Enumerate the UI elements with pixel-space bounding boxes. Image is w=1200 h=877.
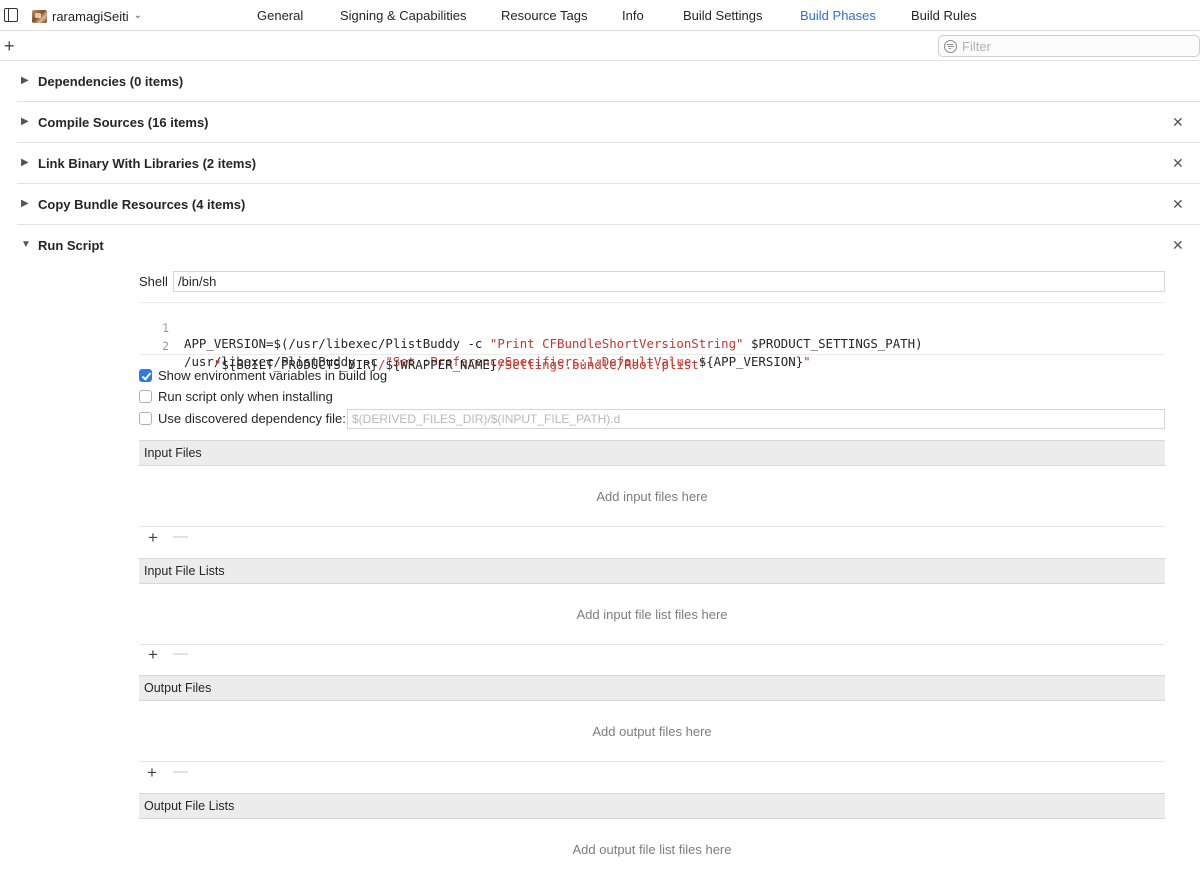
phase-copy-bundle-resources[interactable]: ▶ Copy Bundle Resources (4 items) ✕ <box>17 184 1200 225</box>
phase-run-script[interactable]: ▼ Run Script ✕ <box>17 225 1200 266</box>
checkbox-label: Run script only when installing <box>158 389 333 404</box>
shell-input[interactable] <box>173 271 1165 292</box>
remove-input-file-list-button[interactable]: — <box>173 646 188 661</box>
divider <box>139 526 1165 527</box>
add-build-phase-button[interactable]: + <box>4 37 15 55</box>
tab-signing-capabilities[interactable]: Signing & Capabilities <box>340 8 466 23</box>
shell-label: Shell <box>139 274 168 289</box>
output-files-header: Output Files <box>139 675 1165 701</box>
phase-title: Compile Sources (16 items) <box>38 115 209 130</box>
editor-tab-bar: raramagiSeiti ⌄ General Signing & Capabi… <box>0 0 1200 31</box>
filter-input[interactable] <box>962 38 1182 54</box>
disclosure-triangle-icon[interactable]: ▶ <box>21 157 29 168</box>
phase-toolbar: + <box>0 32 1200 61</box>
remove-phase-icon[interactable]: ✕ <box>1172 196 1184 213</box>
tab-resource-tags[interactable]: Resource Tags <box>501 8 587 23</box>
tab-info[interactable]: Info <box>622 8 644 23</box>
chevron-updown-icon: ⌄ <box>133 10 142 21</box>
script-editor[interactable]: 1 APP_VERSION=$(/usr/libexec/PlistBuddy … <box>139 302 1165 372</box>
phase-compile-sources[interactable]: ▶ Compile Sources (16 items) ✕ <box>17 102 1200 143</box>
install-only-checkbox[interactable] <box>139 390 152 403</box>
dependency-file-option[interactable]: Use discovered dependency file: <box>139 411 346 426</box>
app-target-icon <box>32 9 47 23</box>
add-input-file-list-button[interactable]: + <box>148 646 158 663</box>
tab-build-rules[interactable]: Build Rules <box>911 8 977 23</box>
filter-icon <box>944 39 957 53</box>
remove-output-file-button[interactable]: — <box>173 764 188 779</box>
add-input-file-button[interactable]: + <box>148 529 158 546</box>
phase-title: Link Binary With Libraries (2 items) <box>38 156 257 171</box>
remove-phase-icon[interactable]: ✕ <box>1172 155 1184 172</box>
tab-build-settings[interactable]: Build Settings <box>683 8 763 23</box>
disclosure-triangle-expanded-icon[interactable]: ▼ <box>21 239 31 250</box>
show-env-vars-option[interactable]: Show environment variables in build log <box>139 368 387 383</box>
output-files-empty-text: Add output files here <box>592 724 712 739</box>
target-name: raramagiSeiti <box>52 8 129 24</box>
phase-title: Dependencies (0 items) <box>38 74 184 89</box>
input-files-header: Input Files <box>139 440 1165 466</box>
dependency-file-input[interactable] <box>347 409 1165 429</box>
phase-link-binary[interactable]: ▶ Link Binary With Libraries (2 items) ✕ <box>17 143 1200 184</box>
input-file-lists-empty-text: Add input file list files here <box>576 607 728 622</box>
target-selector[interactable]: raramagiSeiti ⌄ <box>32 8 142 24</box>
phase-title: Run Script <box>38 238 104 253</box>
disclosure-triangle-icon[interactable]: ▶ <box>21 198 29 209</box>
divider <box>139 761 1165 762</box>
disclosure-triangle-icon[interactable]: ▶ <box>21 116 29 127</box>
phase-title: Copy Bundle Resources (4 items) <box>38 197 246 212</box>
filter-field[interactable] <box>938 35 1200 57</box>
checkbox-label: Use discovered dependency file: <box>158 411 346 426</box>
remove-phase-icon[interactable]: ✕ <box>1172 114 1184 131</box>
output-file-lists-header: Output File Lists <box>139 793 1165 819</box>
checkbox-label: Show environment variables in build log <box>158 368 388 383</box>
remove-phase-icon[interactable]: ✕ <box>1172 237 1184 254</box>
disclosure-triangle-icon[interactable]: ▶ <box>21 75 29 86</box>
phase-dependencies[interactable]: ▶ Dependencies (0 items) <box>17 61 1200 102</box>
input-files-empty-text: Add input files here <box>596 489 708 504</box>
input-file-lists-header: Input File Lists <box>139 558 1165 584</box>
add-output-file-button[interactable]: + <box>147 764 157 781</box>
sidebar-toggle-icon[interactable] <box>4 8 18 22</box>
tab-build-phases[interactable]: Build Phases <box>800 8 876 23</box>
dependency-file-checkbox[interactable] <box>139 412 152 425</box>
show-env-vars-checkbox[interactable] <box>139 369 152 382</box>
remove-input-file-button[interactable]: — <box>173 529 188 544</box>
tab-general[interactable]: General <box>257 8 303 23</box>
divider <box>139 644 1165 645</box>
output-file-lists-empty-text: Add output file list files here <box>572 842 732 857</box>
install-only-option[interactable]: Run script only when installing <box>139 389 333 404</box>
